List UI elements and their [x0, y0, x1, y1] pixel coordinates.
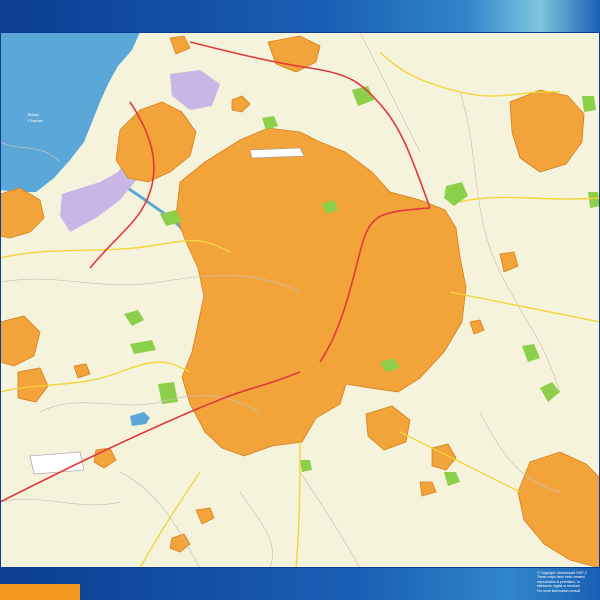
copyright-line: For more information consult [537, 588, 581, 593]
top-frame-band [0, 0, 600, 32]
copyright-notice: © Copyright: Ubukeeyard 1997-2 These map… [537, 571, 599, 593]
airfield [249, 147, 305, 159]
bottom-frame-band [0, 568, 600, 600]
map-frame: Bristol Channel © Copyright: Ubukeeyard … [0, 0, 600, 600]
airfield [29, 451, 85, 475]
water-label: Bristol [28, 112, 39, 117]
orange-tab [0, 584, 80, 600]
park [582, 96, 596, 112]
park [300, 460, 312, 472]
street-map[interactable]: Bristol Channel [0, 32, 600, 568]
park [588, 192, 600, 208]
water-label: Channel [28, 118, 43, 123]
